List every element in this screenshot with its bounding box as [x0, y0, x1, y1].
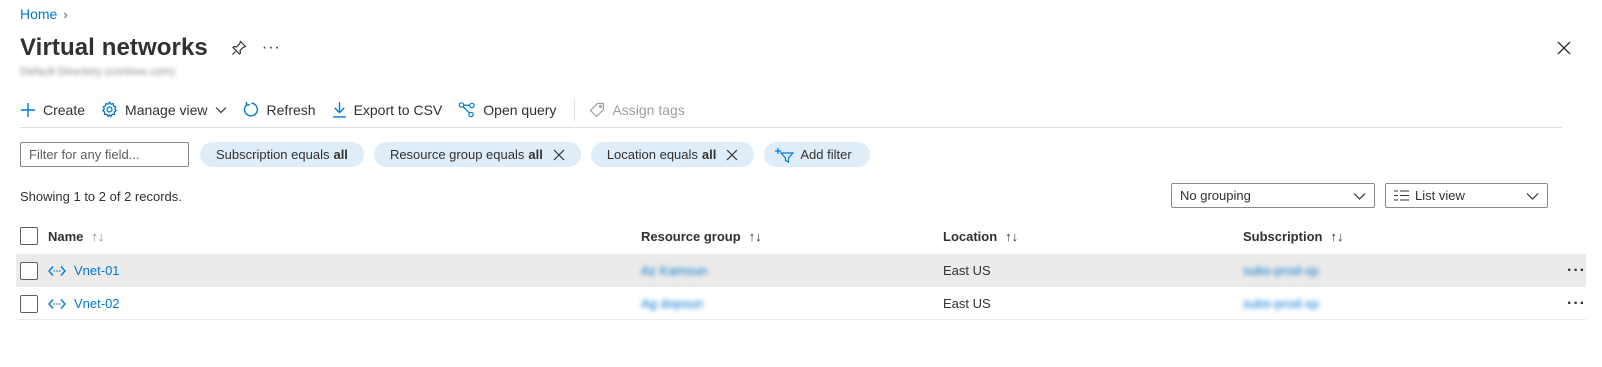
breadcrumb: Home › [20, 6, 68, 22]
resource-name-link[interactable]: Vnet-01 [74, 263, 120, 278]
filter-pill-value: all [333, 147, 348, 162]
filter-pill-value: all [701, 147, 717, 162]
pin-icon[interactable] [230, 39, 248, 57]
refresh-button[interactable]: Refresh [243, 96, 316, 124]
resource-name-link[interactable]: Vnet-02 [74, 296, 120, 311]
row-checkbox[interactable] [20, 294, 38, 313]
row-checkbox[interactable] [20, 261, 38, 280]
subscription-cell: subs-prod-xp [1243, 254, 1319, 287]
location-cell: East US [943, 296, 991, 311]
breadcrumb-home-link[interactable]: Home [20, 6, 57, 22]
resource-group-link[interactable]: Az Kamsun [641, 263, 707, 278]
chevron-down-icon [1526, 192, 1539, 200]
more-options-button[interactable]: ··· [262, 39, 281, 57]
grouping-dropdown[interactable]: No grouping [1171, 183, 1375, 208]
column-header-subscription[interactable]: Subscription [1243, 229, 1322, 244]
add-filter-icon [775, 147, 795, 163]
close-button[interactable] [1554, 38, 1574, 58]
toolbar-divider [574, 98, 576, 121]
sort-icon[interactable]: ↑↓ [1330, 229, 1343, 244]
table-row[interactable]: Vnet-01 Az Kamsun East US subs-prod-xp ·… [16, 254, 1586, 287]
add-filter-button[interactable]: Add filter [764, 142, 870, 167]
virtual-network-icon [48, 298, 66, 309]
sort-icon[interactable]: ↑↓ [749, 229, 762, 244]
add-filter-label: Add filter [800, 147, 852, 162]
manage-view-button[interactable]: Manage view [101, 96, 227, 124]
select-all-checkbox-cell: Name ↑↓ [20, 227, 104, 245]
page-subtitle: Default Directory (contoso.com) [20, 66, 175, 78]
resource-group-cell: Az Kamsun [641, 254, 707, 287]
sort-icon[interactable]: ↑↓ [91, 229, 104, 244]
plus-icon [21, 102, 35, 117]
filter-pill-label: Resource group equals [389, 147, 525, 162]
subscription-link[interactable]: subs-prod-xp [1243, 263, 1319, 278]
column-header-resource-group-cell: Resource group ↑↓ [641, 229, 762, 244]
name-cell: Vnet-01 [20, 254, 120, 287]
filter-bar: Subscription equals all Resource group e… [20, 142, 870, 167]
sort-icon[interactable]: ↑↓ [1005, 229, 1018, 244]
assign-tags-label: Assign tags [612, 101, 685, 118]
tag-icon [590, 102, 605, 117]
refresh-label: Refresh [266, 101, 316, 118]
column-header-location[interactable]: Location [943, 229, 997, 244]
table-header: Name ↑↓ Resource group ↑↓ Location ↑↓ Su… [16, 224, 1586, 248]
filter-pill-resource-group[interactable]: Resource group equals all [373, 142, 581, 167]
view-dropdown[interactable]: List view [1385, 183, 1548, 208]
page-header: Virtual networks ··· [20, 34, 281, 62]
resource-group-cell: Ag dopsun [641, 287, 703, 320]
remove-filter-icon[interactable] [726, 149, 738, 161]
row-more-actions-button[interactable]: ··· [1567, 287, 1586, 320]
records-count: Showing 1 to 2 of 2 records. [20, 189, 182, 204]
export-csv-button[interactable]: Export to CSV [332, 96, 443, 124]
view-selected: List view [1415, 188, 1465, 203]
filter-input[interactable] [20, 142, 189, 167]
close-icon [1557, 41, 1571, 55]
column-header-subscription-cell: Subscription ↑↓ [1243, 229, 1343, 244]
column-header-location-cell: Location ↑↓ [943, 229, 1018, 244]
create-label: Create [43, 101, 86, 118]
row-more-actions-button[interactable]: ··· [1567, 254, 1586, 287]
list-view-icon [1394, 190, 1409, 201]
column-header-resource-group[interactable]: Resource group [641, 229, 741, 244]
filter-pill-subscription[interactable]: Subscription equals all [200, 142, 364, 167]
remove-filter-icon[interactable] [553, 149, 565, 161]
filter-pill-location[interactable]: Location equals all [590, 142, 755, 167]
filter-pill-value: all [528, 147, 543, 162]
export-csv-label: Export to CSV [353, 101, 443, 118]
table-row[interactable]: Vnet-02 Ag dopsun East US subs-prod-xp ·… [16, 287, 1586, 320]
breadcrumb-chevron-icon: › [63, 6, 68, 22]
query-icon [458, 102, 476, 118]
filter-pill-label: Subscription equals [216, 147, 330, 162]
select-all-checkbox[interactable] [20, 227, 38, 245]
gear-icon [101, 101, 118, 118]
subscription-link[interactable]: subs-prod-xp [1243, 296, 1319, 311]
subscription-cell: subs-prod-xp [1243, 287, 1319, 320]
assign-tags-button[interactable]: Assign tags [589, 96, 685, 124]
column-header-name[interactable]: Name [48, 229, 83, 244]
chevron-down-icon [1353, 192, 1366, 200]
open-query-button[interactable]: Open query [458, 96, 556, 124]
create-button[interactable]: Create [20, 96, 85, 124]
virtual-network-icon [48, 265, 66, 276]
command-bar: Create Manage view Refresh Export to CSV… [20, 96, 1562, 128]
manage-view-label: Manage view [125, 101, 208, 118]
page-title: Virtual networks [20, 34, 208, 61]
open-query-label: Open query [483, 101, 557, 118]
resource-group-link[interactable]: Ag dopsun [641, 296, 703, 311]
filter-pill-label: Location equals [606, 147, 698, 162]
download-icon [332, 102, 346, 118]
grouping-selected: No grouping [1180, 188, 1251, 203]
location-cell: East US [943, 263, 991, 278]
name-cell: Vnet-02 [20, 287, 120, 320]
chevron-down-icon [215, 106, 226, 113]
refresh-icon [243, 101, 258, 117]
